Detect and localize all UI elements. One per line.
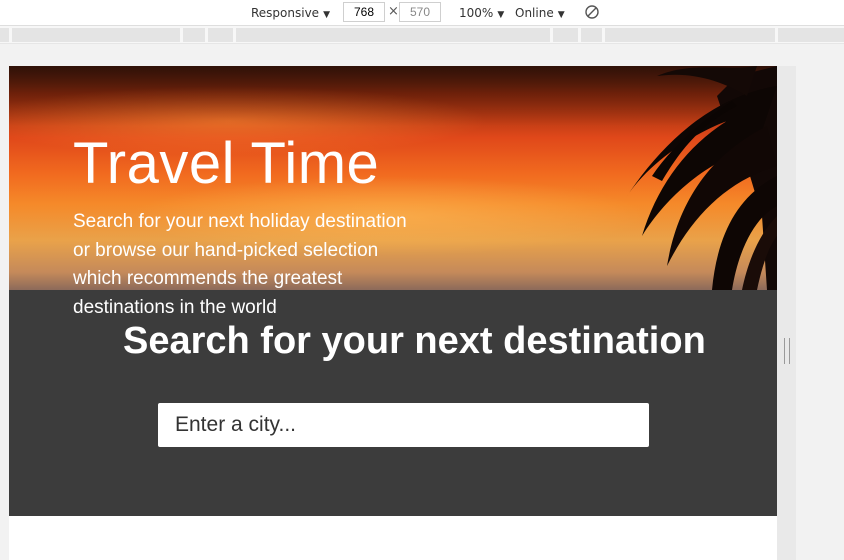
devtools-responsive-toolbar: Responsive▼ × 100%▼ Online▼ [0, 0, 844, 26]
network-throttle-label: Online [515, 6, 554, 20]
chevron-down-icon: ▼ [557, 10, 565, 20]
ruler-segment[interactable] [581, 28, 602, 42]
network-throttle-selector[interactable]: Online ▼ [515, 4, 565, 22]
ruler-segment[interactable] [0, 28, 9, 42]
search-section: Search for your next destination [9, 290, 777, 516]
zoom-selector-label: 100% [459, 6, 494, 20]
hero-subtitle: Search for your next holiday destination… [73, 211, 407, 318]
chevron-down-icon: ▼ [497, 10, 505, 20]
zoom-selector[interactable]: 100% ▼ [459, 4, 504, 22]
ruler-segment[interactable] [605, 28, 775, 42]
page-title: Travel Time [73, 131, 380, 196]
media-query-ruler[interactable] [0, 26, 844, 44]
page-viewport: Travel Time Search for your next holiday… [9, 66, 777, 560]
viewport-height-input[interactable] [399, 2, 441, 22]
device-selector-label: Responsive [251, 6, 320, 20]
palm-tree-image [627, 66, 777, 290]
chevron-down-icon: ▼ [323, 10, 330, 20]
search-heading: Search for your next destination [123, 320, 706, 362]
viewport-width-input[interactable] [343, 2, 385, 22]
city-search-input[interactable] [158, 403, 649, 447]
viewport-resize-handle[interactable] [784, 338, 790, 364]
ruler-segment[interactable] [778, 28, 844, 42]
dimension-separator: × [388, 4, 399, 19]
ruler-segment[interactable] [553, 28, 578, 42]
ruler-segment[interactable] [12, 28, 180, 42]
ruler-segment[interactable] [236, 28, 550, 42]
rotate-icon[interactable] [584, 4, 600, 20]
device-selector[interactable]: Responsive ▼ [251, 4, 330, 22]
ruler-segment[interactable] [183, 28, 205, 42]
ruler-segment[interactable] [208, 28, 233, 42]
